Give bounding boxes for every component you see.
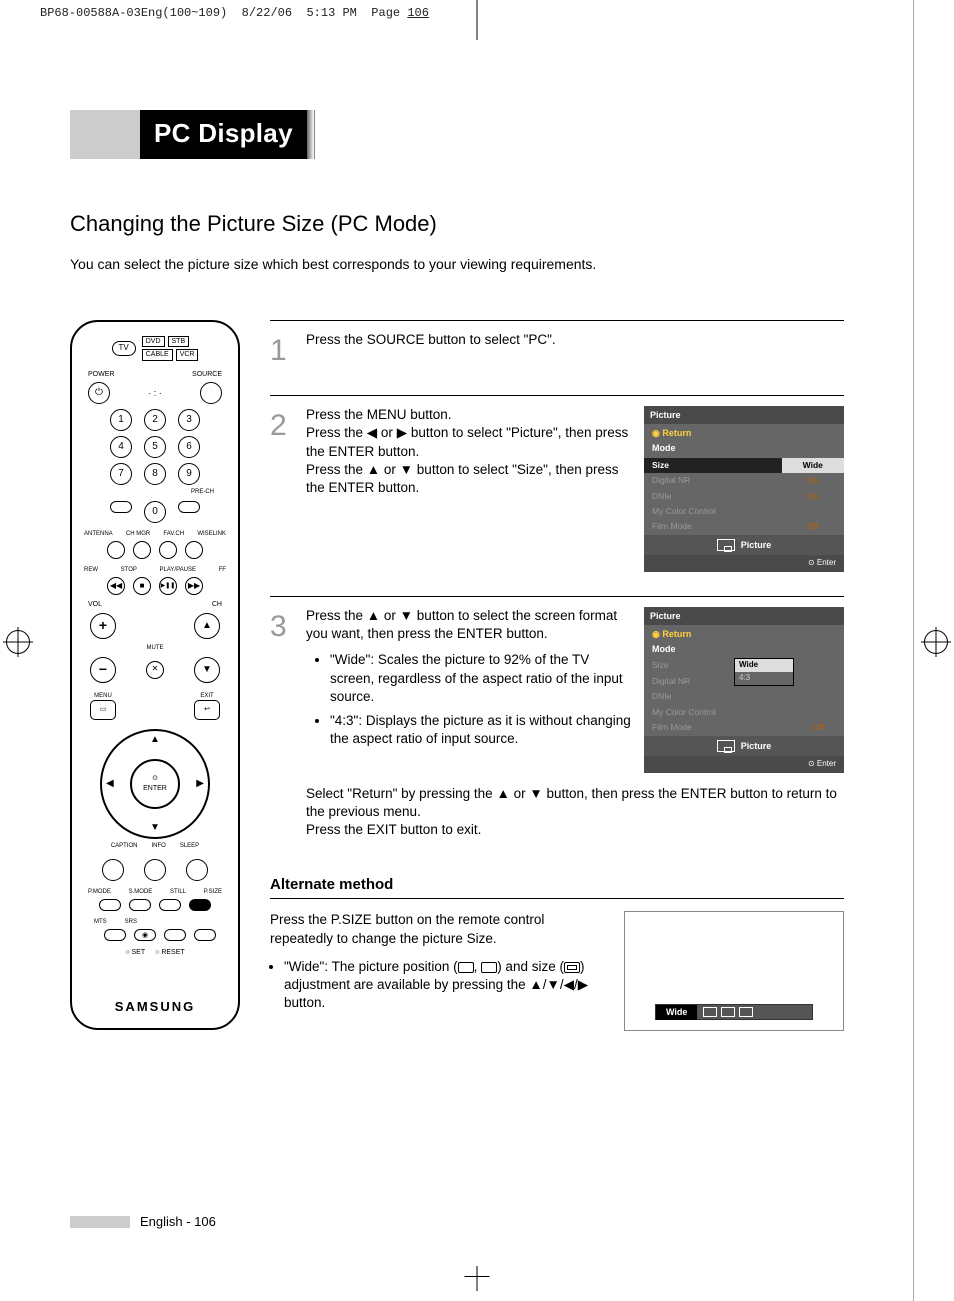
page-footer: English - 106 — [70, 1213, 216, 1231]
registration-mark-right — [924, 630, 948, 654]
ff-icon: ▶▶ — [185, 577, 203, 595]
left-arrow-icon: ◀ — [367, 425, 377, 440]
rewind-icon: ◀◀ — [107, 577, 125, 595]
picture-tab-icon — [717, 539, 735, 551]
section-title: PC Display — [140, 110, 307, 159]
size-icon — [739, 1007, 753, 1017]
position-v-icon — [481, 962, 497, 973]
stop-icon: ■ — [133, 577, 151, 595]
osd-picture-menu-1: Picture ◉ Return Mode SizeWide Digital N… — [644, 406, 844, 572]
remote-illustration: TV DVDSTB CABLEVCR POWERSOURCE ⏻ · : · 1… — [70, 320, 240, 1030]
picture-tab-icon — [717, 740, 735, 752]
mute-icon: ✕ — [146, 661, 164, 679]
page-subhead: Changing the Picture Size (PC Mode) — [70, 209, 844, 239]
step-3: 3 Press the ▲ or ▼ button to select the … — [270, 596, 844, 847]
up-arrow-icon: ▲ — [367, 462, 380, 477]
intro-text: You can select the picture size which be… — [70, 255, 844, 274]
play-pause-icon: ▶❚❚ — [159, 577, 177, 595]
brand-logo: SAMSUNG — [115, 998, 195, 1016]
ch-down-icon: ▼ — [194, 657, 220, 683]
nav-pad: ⊙ENTER ▲ ▼ ◀ ▶ — [100, 729, 210, 839]
power-icon: ⏻ — [88, 382, 110, 404]
print-header: BP68-00588A-03Eng(100~109) 8/22/06 5:13 … — [40, 5, 429, 21]
section-title-bar: PC Display — [70, 110, 844, 159]
registration-mark-left — [6, 630, 30, 654]
ch-up-icon: ▲ — [194, 613, 220, 639]
pos-icon — [703, 1007, 717, 1017]
alternate-osd-preview: Wide — [624, 911, 844, 1031]
step-1: 1 Press the SOURCE button to select "PC"… — [270, 320, 844, 396]
step-2: 2 Press the MENU button. Press the ◀ or … — [270, 395, 844, 596]
down-arrow-icon: ▼ — [400, 462, 413, 477]
size-icon — [564, 962, 580, 973]
crop-mark-top — [477, 0, 478, 40]
osd-picture-menu-2: Picture ◉ Return Mode Size Digital NR DN… — [644, 607, 844, 773]
position-h-icon — [458, 962, 474, 973]
crop-mark-right — [913, 0, 914, 1301]
size-dropdown: Wide 4:3 — [734, 658, 794, 686]
alternate-method-section: Alternate method Press the P.SIZE button… — [270, 875, 844, 1031]
crop-mark-bottom — [477, 1266, 478, 1291]
psize-button-highlight — [189, 899, 211, 911]
vol-up-icon: + — [90, 613, 116, 639]
pos-icon — [721, 1007, 735, 1017]
source-button — [200, 382, 222, 404]
right-arrow-icon: ▶ — [397, 425, 407, 440]
remote-tv-label: TV — [112, 341, 136, 356]
vol-down-icon: − — [90, 657, 116, 683]
